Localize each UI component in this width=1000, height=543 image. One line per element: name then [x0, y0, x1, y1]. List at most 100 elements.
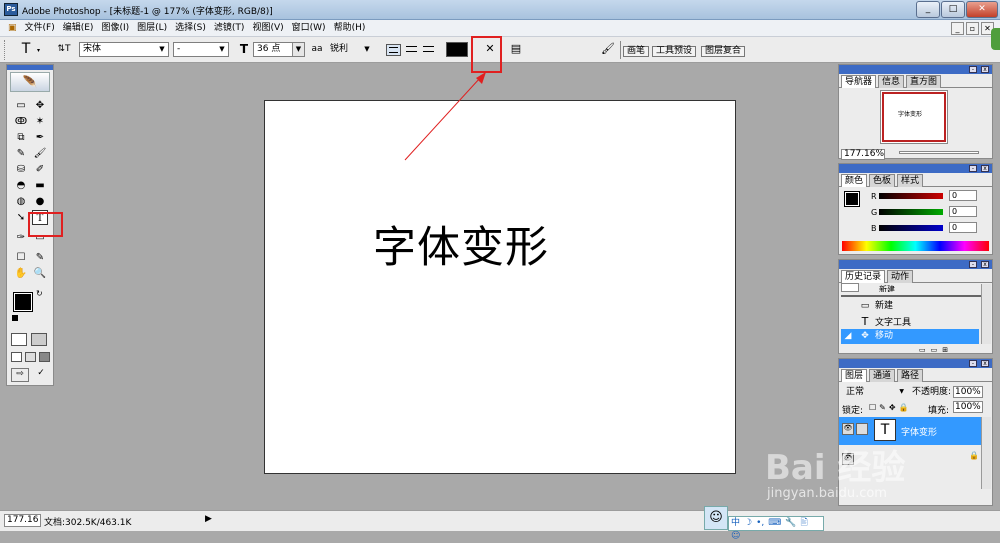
- history-footer-icons[interactable]: ▭▭⊞: [919, 346, 953, 354]
- blur-icon[interactable]: ◍: [13, 194, 29, 209]
- menu-image[interactable]: 图像(I): [97, 20, 133, 37]
- panel-close-button[interactable]: x: [981, 360, 989, 367]
- path-select-icon[interactable]: ➘: [13, 210, 29, 225]
- font-size-select[interactable]: 36 点 ▼: [253, 42, 305, 57]
- maximize-button[interactable]: □: [941, 1, 965, 18]
- menu-filter[interactable]: 滤镜(T): [210, 20, 249, 37]
- punctuation-icon[interactable]: •,: [754, 518, 766, 528]
- hand-icon[interactable]: ✋: [13, 266, 29, 281]
- minimize-button[interactable]: _: [916, 1, 940, 18]
- grip-handle[interactable]: [4, 40, 7, 60]
- zoom-slider[interactable]: [899, 151, 979, 154]
- value-g[interactable]: 0: [949, 206, 977, 217]
- smiley-icon[interactable]: ☺: [729, 531, 742, 541]
- tab-layers[interactable]: 图层: [841, 369, 868, 382]
- eye-icon[interactable]: 👁: [842, 423, 854, 435]
- history-snapshot-partial[interactable]: 新建: [841, 283, 981, 292]
- link-toggle[interactable]: [856, 423, 868, 435]
- history-item-selected[interactable]: ◢ ✥ 移动: [841, 329, 979, 344]
- doc-minimize-button[interactable]: _: [951, 22, 964, 35]
- layer-name[interactable]: 字体变形: [901, 425, 937, 438]
- clipboard-icon[interactable]: 🖹: [798, 518, 809, 528]
- slice-icon[interactable]: ✒: [32, 130, 48, 145]
- opacity-input[interactable]: 100%: [953, 386, 983, 398]
- tab-paths[interactable]: 路径: [897, 369, 924, 382]
- history-scrollbar[interactable]: [981, 284, 991, 344]
- zoom-icon[interactable]: 🔍: [32, 266, 48, 281]
- font-family-select[interactable]: 宋体 ▼: [79, 42, 169, 57]
- align-left-button[interactable]: [386, 44, 401, 56]
- move-icon[interactable]: ✥: [32, 98, 48, 113]
- brush-icon[interactable]: 🖌: [32, 146, 48, 161]
- slider-b[interactable]: [879, 225, 943, 231]
- panel-close-button[interactable]: x: [981, 66, 989, 73]
- jump-to-imageready-icon[interactable]: ⇨: [11, 368, 29, 382]
- color-fg-swatch[interactable]: [844, 191, 860, 207]
- eraser-icon[interactable]: ◓: [13, 178, 29, 193]
- document-canvas[interactable]: 字体变形: [264, 100, 736, 474]
- type-tool-preset-icon[interactable]: T: [16, 42, 36, 57]
- default-colors-icon[interactable]: [12, 315, 18, 321]
- ime-avatar-icon[interactable]: ☺: [704, 506, 728, 530]
- screen-mode-menu-button[interactable]: [25, 352, 36, 362]
- clone-stamp-icon[interactable]: ⛁: [13, 162, 29, 177]
- ime-chinese-mode[interactable]: 中: [729, 518, 742, 528]
- close-button[interactable]: ✕: [966, 1, 998, 18]
- standard-mode-button[interactable]: [11, 333, 27, 346]
- menu-help[interactable]: 帮助(H): [330, 20, 370, 37]
- history-item[interactable]: ▭ 新建: [841, 299, 979, 314]
- menu-edit[interactable]: 编辑(E): [59, 20, 98, 37]
- zoom-field[interactable]: 177.16%: [841, 149, 885, 160]
- doc-restore-button[interactable]: ▫: [966, 22, 979, 35]
- marquee-icon[interactable]: ▭: [13, 98, 29, 113]
- menu-layer[interactable]: 图层(L): [133, 20, 171, 37]
- history-brush-icon[interactable]: ◢: [841, 329, 855, 344]
- swap-colors-icon[interactable]: ↻: [36, 289, 43, 298]
- blend-mode-select[interactable]: 正常 ▼: [842, 386, 906, 398]
- screen-mode-full-button[interactable]: [39, 352, 50, 362]
- menu-window[interactable]: 窗口(W): [288, 20, 330, 37]
- dodge-icon[interactable]: ●: [32, 194, 48, 209]
- tab-actions[interactable]: 动作: [887, 270, 914, 283]
- tab-styles[interactable]: 样式: [897, 174, 924, 187]
- tab-history[interactable]: 历史记录: [841, 270, 886, 283]
- slider-g[interactable]: [879, 209, 943, 215]
- status-menu-arrow-icon[interactable]: ▶: [205, 514, 212, 524]
- status-zoom-field[interactable]: 177.16: [4, 514, 41, 527]
- color-spectrum-bar[interactable]: [842, 241, 989, 251]
- ime-toolbar[interactable]: 中 ☽ •, ⌨ 🔧 🖹 ☺: [728, 516, 824, 541]
- magic-wand-icon[interactable]: ✶: [32, 114, 48, 129]
- history-brush-icon[interactable]: ✐: [32, 162, 48, 177]
- tab-navigator[interactable]: 导航器: [841, 75, 877, 88]
- menu-view[interactable]: 视图(V): [248, 20, 287, 37]
- value-r[interactable]: 0: [949, 190, 977, 201]
- tab-histogram[interactable]: 直方图: [906, 75, 942, 88]
- keyboard-icon[interactable]: ⌨: [766, 518, 783, 528]
- quick-mask-button[interactable]: [31, 333, 47, 346]
- notes-icon[interactable]: ☐: [13, 250, 29, 265]
- side-widget[interactable]: [991, 28, 1000, 50]
- value-b[interactable]: 0: [949, 222, 977, 233]
- foreground-color-swatch[interactable]: [13, 292, 33, 312]
- panel-minimize-button[interactable]: -: [969, 66, 977, 73]
- preset-dropdown-arrow[interactable]: ▾: [37, 47, 40, 54]
- tab-info[interactable]: 信息: [878, 75, 905, 88]
- panel-minimize-button[interactable]: -: [969, 165, 977, 172]
- slider-r[interactable]: [879, 193, 943, 199]
- tab-swatches[interactable]: 色板: [869, 174, 896, 187]
- canvas-text-layer[interactable]: 字体变形: [373, 213, 549, 275]
- screen-mode-standard-button[interactable]: [11, 352, 22, 362]
- antialias-select[interactable]: 锐利 ▼: [326, 42, 374, 57]
- menu-select[interactable]: 选择(S): [171, 20, 210, 37]
- text-orientation-icon[interactable]: ⇅T: [56, 42, 72, 57]
- wrench-icon[interactable]: 🔧: [783, 518, 798, 528]
- layers-scrollbar[interactable]: [981, 417, 991, 489]
- tab-brushes[interactable]: 画笔: [623, 46, 650, 57]
- panel-minimize-button[interactable]: -: [969, 261, 977, 268]
- panel-close-button[interactable]: x: [981, 165, 989, 172]
- lasso-icon[interactable]: ↂ: [13, 114, 29, 129]
- toolbox-header[interactable]: [7, 65, 53, 70]
- fill-input[interactable]: 100%: [953, 401, 983, 413]
- tab-tool-presets[interactable]: 工具预设: [652, 46, 697, 57]
- history-item[interactable]: T 文字工具: [841, 314, 979, 329]
